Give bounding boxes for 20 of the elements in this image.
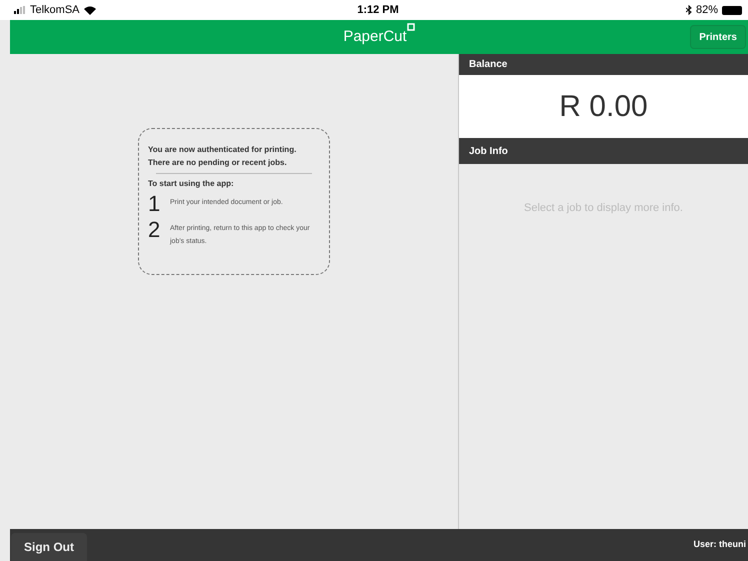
battery-icon bbox=[722, 6, 742, 14]
balance-header: Balance bbox=[459, 54, 748, 75]
step-number: 2 bbox=[148, 218, 160, 242]
battery-percent: 82% bbox=[696, 2, 718, 18]
papercut-logo: PaperCut bbox=[343, 26, 407, 47]
sign-out-button[interactable]: Sign Out bbox=[11, 533, 87, 561]
carrier-name: TelkomSA bbox=[30, 2, 80, 18]
signal-icon bbox=[14, 6, 26, 14]
job-info-header: Job Info bbox=[459, 138, 748, 164]
logo-mark-icon bbox=[406, 22, 415, 31]
user-label: User: theuni bbox=[693, 538, 747, 552]
balance-amount: R 0.00 bbox=[559, 89, 648, 125]
wifi-icon bbox=[84, 6, 96, 14]
clock: 1:12 PM bbox=[357, 2, 399, 18]
printers-button[interactable]: Printers bbox=[690, 25, 746, 49]
bluetooth-icon bbox=[686, 5, 692, 15]
message-text: You are now authenticated for printing. bbox=[148, 144, 298, 156]
message-text: There are no pending or recent jobs. bbox=[148, 157, 288, 169]
intro-text: To start using the app: bbox=[148, 178, 235, 190]
step-number: 1 bbox=[148, 192, 160, 216]
